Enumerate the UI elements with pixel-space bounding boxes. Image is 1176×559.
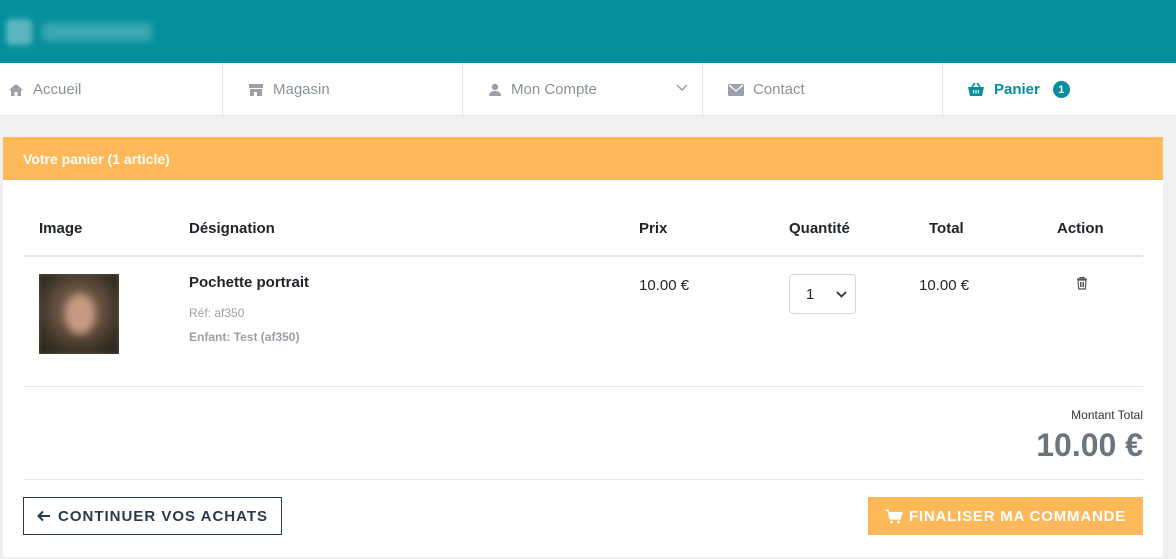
chevron-down-icon xyxy=(676,84,688,92)
quantity-value: 1 xyxy=(806,285,815,303)
col-header-price: Prix xyxy=(639,220,668,237)
nav-label-mon-compte: Mon Compte xyxy=(511,81,597,98)
delete-item-button[interactable] xyxy=(1076,276,1088,295)
table-row: Pochette portrait Réf: af350 Enfant: Tes… xyxy=(23,257,1143,387)
col-header-total: Total xyxy=(929,220,964,237)
nav-label-contact: Contact xyxy=(753,81,805,98)
nav-item-contact[interactable]: Contact xyxy=(703,63,943,116)
product-child: Enfant: Test (af350) xyxy=(189,330,300,344)
logo-mark xyxy=(6,19,32,45)
col-header-action: Action xyxy=(1057,220,1104,237)
col-header-quantity: Quantité xyxy=(789,220,850,237)
chevron-down-icon xyxy=(836,291,847,298)
trash-icon xyxy=(1077,276,1087,290)
store-icon xyxy=(249,83,263,96)
site-logo[interactable] xyxy=(6,14,176,50)
nav-item-accueil[interactable]: Accueil xyxy=(0,63,223,116)
total-amount-label: Montant Total xyxy=(1071,408,1143,422)
quantity-select[interactable]: 1 xyxy=(789,274,856,314)
nav-item-mon-compte[interactable]: Mon Compte xyxy=(463,63,703,116)
cart-card: Votre panier (1 article) Image Désignati… xyxy=(3,137,1163,557)
nav-item-magasin[interactable]: Magasin xyxy=(223,63,463,116)
logo-wordmark xyxy=(42,23,152,41)
home-icon xyxy=(9,83,23,96)
nav-item-panier[interactable]: Panier 1 xyxy=(943,63,1176,116)
cart-summary: Montant Total 10.00 € xyxy=(23,387,1143,480)
nav-label-accueil: Accueil xyxy=(33,81,82,98)
cart-table: Image Désignation Prix Quantité Total Ac… xyxy=(23,200,1143,480)
product-ref: Réf: af350 xyxy=(189,306,245,320)
product-name: Pochette portrait xyxy=(189,274,310,291)
basket-icon xyxy=(968,82,984,96)
checkout-button[interactable]: FINALISER MA COMMANDE xyxy=(868,497,1143,535)
nav-label-panier: Panier xyxy=(994,81,1040,98)
cart-title: Votre panier (1 article) xyxy=(3,137,1163,180)
thumbnail-subject xyxy=(65,294,95,334)
cart-count-badge: 1 xyxy=(1052,81,1070,98)
envelope-icon xyxy=(728,83,744,96)
continue-shopping-label: CONTINUER VOS ACHATS xyxy=(57,507,268,525)
nav-label-magasin: Magasin xyxy=(273,81,330,98)
line-total: 10.00 € xyxy=(919,277,970,294)
shopping-cart-icon xyxy=(885,508,903,523)
col-header-designation: Désignation xyxy=(189,220,275,237)
product-thumbnail[interactable] xyxy=(39,274,119,354)
top-header xyxy=(0,0,1176,63)
col-header-image: Image xyxy=(39,220,83,237)
unit-price: 10.00 € xyxy=(639,277,690,294)
table-header: Image Désignation Prix Quantité Total Ac… xyxy=(23,200,1143,257)
user-icon xyxy=(489,83,501,96)
arrow-left-icon xyxy=(37,510,50,522)
checkout-label: FINALISER MA COMMANDE xyxy=(908,507,1127,525)
main-nav: Accueil Magasin Mon Compte Contact Panie… xyxy=(0,63,1176,116)
total-amount-value: 10.00 € xyxy=(1036,427,1143,463)
continue-shopping-button[interactable]: CONTINUER VOS ACHATS xyxy=(23,497,282,535)
